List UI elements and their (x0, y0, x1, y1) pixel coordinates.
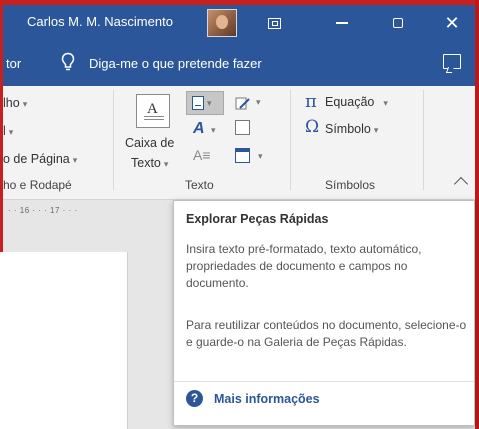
date-time-icon[interactable] (235, 120, 250, 135)
textbox-icon-glyph: A (147, 101, 158, 117)
tooltip-title: Explorar Peças Rápidas (186, 212, 329, 226)
signature-line-icon[interactable] (235, 96, 250, 111)
more-info-link[interactable]: Mais informações (214, 392, 320, 406)
ruler-marks: · · 16 · · · 17 · · · (8, 206, 78, 215)
footer-button[interactable]: l ▾ (3, 124, 13, 138)
collapse-ribbon-icon[interactable] (453, 176, 469, 192)
chevron-down-icon: ▾ (163, 159, 169, 169)
chevron-down-icon: ▾ (258, 151, 263, 161)
object-icon[interactable] (235, 148, 250, 163)
comment-icon[interactable] (443, 54, 461, 69)
document-page[interactable] (0, 252, 128, 429)
group-header-footer-label: ho e Rodapé (3, 178, 72, 192)
ribbon-display-options-button[interactable] (251, 5, 297, 41)
equation-button[interactable]: Equação ▾ (325, 95, 388, 109)
tooltip-hint: Para reutilizar conteúdos no documento, … (186, 318, 467, 349)
group-divider (423, 90, 424, 190)
group-divider (113, 90, 114, 190)
user-avatar[interactable] (207, 9, 237, 37)
minimize-icon (336, 22, 348, 24)
window-frame-right (475, 0, 479, 429)
textbox-label-line2[interactable]: Texto ▾ (131, 156, 168, 170)
footer-button-label: l (3, 124, 6, 138)
signature-dropdown[interactable]: ▾ (253, 94, 261, 108)
header-button-label: lho (3, 96, 20, 110)
wordart-icon[interactable]: A (193, 121, 208, 137)
ribbon: lho ▾ l ▾ o de Página ▾ ho e Rodapé A Caixa… (3, 86, 475, 200)
chevron-down-icon: ▾ (211, 125, 216, 135)
drop-cap-icon[interactable]: A≡ (193, 148, 211, 163)
page-number-button[interactable]: o de Página ▾ (3, 152, 77, 166)
user-name[interactable]: Carlos M. M. Nascimento (27, 14, 173, 29)
chevron-down-icon: ▾ (22, 99, 28, 109)
ribbon-display-icon (267, 17, 281, 29)
tell-me-bar: tor Diga-me o que pretende fazer (3, 41, 475, 86)
title-bar: Carlos M. M. Nascimento ✕ (3, 5, 475, 41)
chevron-down-icon: ▾ (373, 125, 379, 135)
group-symbols-label: Símbolos (325, 178, 376, 192)
tooltip-description: Insira texto pré-formatado, texto automá… (186, 242, 422, 290)
tooltip-divider (174, 381, 474, 382)
tell-me-input[interactable]: Diga-me o que pretende fazer (89, 56, 349, 71)
chevron-down-icon: ▾ (256, 97, 261, 107)
close-icon: ✕ (444, 13, 460, 33)
group-text-label: Texto (185, 178, 214, 192)
textbox-icon-lines (144, 119, 164, 120)
restore-icon (393, 18, 403, 28)
tab-partial[interactable]: tor (6, 56, 21, 71)
quick-parts-tooltip: Explorar Peças Rápidas Insira texto pré-… (173, 200, 475, 426)
chevron-down-icon: ▾ (72, 155, 78, 165)
help-icon[interactable]: ? (186, 390, 203, 407)
header-button[interactable]: lho ▾ (3, 96, 27, 110)
quick-parts-button[interactable]: ▾ (186, 91, 224, 115)
object-dropdown[interactable]: ▾ (255, 148, 263, 162)
minimize-button[interactable] (319, 5, 365, 41)
wordart-dropdown[interactable]: ▾ (208, 122, 216, 136)
lightbulb-icon (61, 52, 75, 71)
page-number-label: o de Página (3, 152, 70, 166)
quick-parts-icon (192, 96, 204, 110)
textbox-icon[interactable]: A (136, 94, 170, 128)
symbol-button[interactable]: Símbolo ▾ (325, 122, 378, 136)
equation-label: Equação (325, 95, 375, 109)
horizontal-ruler[interactable]: · · 16 · · · 17 · · · (3, 200, 173, 226)
textbox-label-text: Texto (131, 156, 161, 170)
chevron-down-icon: ▾ (207, 97, 212, 108)
chevron-down-icon: ▾ (383, 98, 388, 108)
restore-button[interactable] (375, 5, 421, 41)
symbol-label: Símbolo (325, 122, 371, 136)
equation-icon: π (305, 91, 317, 112)
symbol-icon: Ω (305, 117, 320, 137)
group-divider (290, 90, 291, 190)
textbox-label-line1[interactable]: Caixa de (125, 136, 174, 150)
chevron-down-icon: ▾ (8, 127, 14, 137)
close-button[interactable]: ✕ (429, 5, 475, 41)
